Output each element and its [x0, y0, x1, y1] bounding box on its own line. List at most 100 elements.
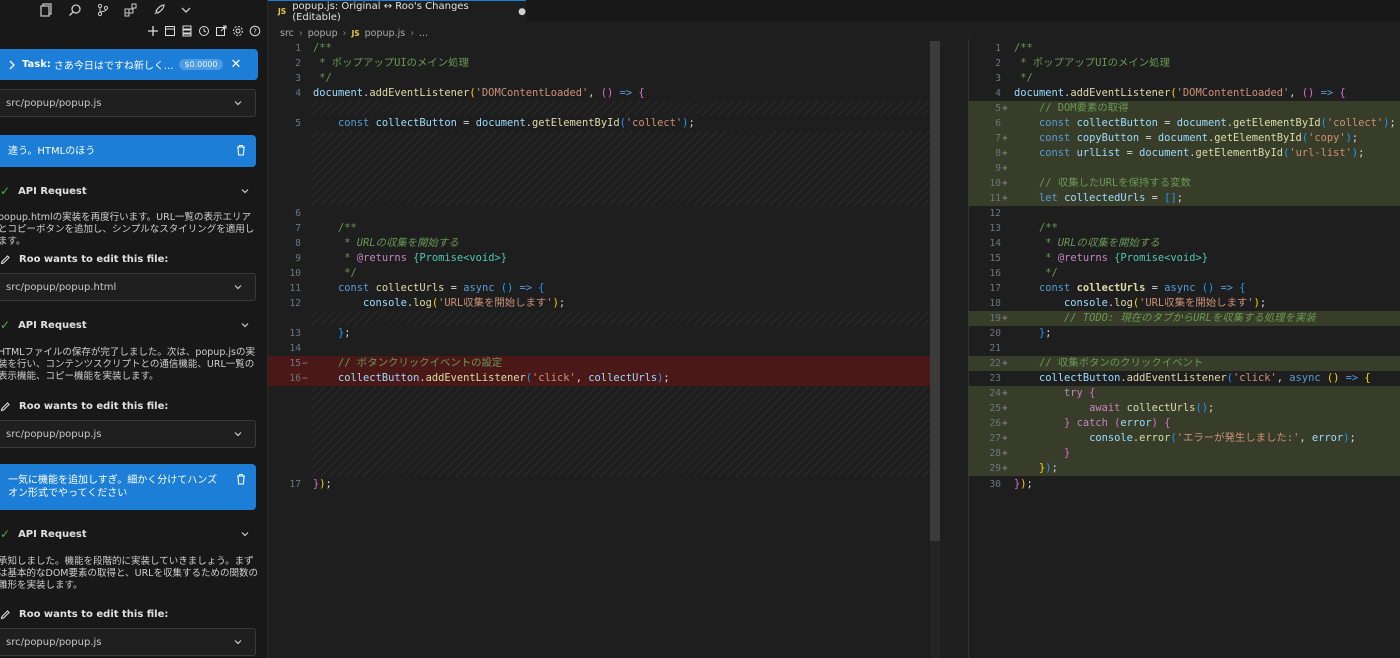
edit-file-label: Roo wants to edit this file:	[19, 400, 169, 412]
edit-file-label: Roo wants to edit this file:	[19, 608, 169, 620]
modified-pane[interactable]: 1/** 2 * ポップアップUIのメイン処理 3 */ 4 document.a…	[968, 39, 1400, 658]
file-path-box[interactable]: src/popup/popup.js	[0, 628, 256, 656]
code-line: 3 */	[295, 72, 332, 84]
chevron-down-icon[interactable]	[233, 98, 243, 108]
svg-text:?: ?	[253, 28, 257, 36]
rocket-icon[interactable]	[152, 3, 166, 17]
code-line-added: 5 + // DOM要素の取得	[968, 101, 1400, 116]
diff-filler	[312, 131, 940, 206]
code-line: 14	[289, 343, 301, 354]
history-icon[interactable]	[198, 25, 210, 37]
code-line-added: 29 + });	[968, 461, 1400, 476]
code-line-added: 19 + // TODO: 現在のタブからURLを収集する処理を実装	[968, 311, 1400, 326]
file-path-box[interactable]: src/popup/popup.html	[0, 273, 256, 301]
close-icon[interactable]: ✕	[231, 57, 242, 72]
chevron-down-icon[interactable]	[233, 637, 243, 647]
task-text: さあ今日はですね新しく...	[53, 61, 174, 72]
breadcrumb-item[interactable]: ...	[419, 28, 428, 39]
code-line: 17});	[289, 478, 332, 490]
pencil-icon	[0, 254, 10, 264]
code-line: 12 console.log('URL収集を開始します');	[289, 297, 566, 309]
diff-filler	[312, 101, 940, 116]
task-label: Task:	[22, 59, 51, 70]
chevron-down-icon[interactable]	[180, 4, 192, 16]
javascript-file-icon: JS	[351, 28, 360, 38]
code-line: 15 * @returns {Promise<void>}	[989, 252, 1208, 264]
api-request-label: API Request	[18, 319, 87, 331]
code-line-added: 10 + // 収集したURLを保持する変数	[968, 176, 1400, 191]
code-line: 8 * URLの収集を開始する	[295, 237, 459, 249]
search-icon[interactable]	[68, 3, 82, 17]
check-icon: ✓	[0, 318, 11, 332]
task-header[interactable]: Task: さあ今日はですね新しく... $0.0000 ✕	[0, 49, 258, 80]
breadcrumb-item[interactable]: src	[280, 28, 294, 39]
code-line-added: 25 + await collectUrls();	[968, 401, 1400, 416]
code-line: 16 */	[989, 267, 1058, 279]
tab-bar: JS popup.js: Original ↔ Roo's Changes (E…	[268, 0, 1400, 23]
edit-file-label: Roo wants to edit this file:	[19, 253, 169, 265]
code-line-added: 11 + let collectedUrls = [];	[968, 191, 1400, 206]
trash-icon[interactable]	[236, 473, 246, 485]
api-request-row[interactable]: ✓ API Request	[0, 526, 258, 542]
api-request-row[interactable]: ✓ API Request	[0, 317, 258, 333]
original-pane[interactable]: 1/** 2 * ポップアップUIのメイン処理 3 */ 4 document.a…	[268, 39, 940, 658]
code-line: 11 const collectUrls = async () => {	[289, 282, 545, 294]
server-icon[interactable]	[181, 25, 193, 37]
task-cost-badge: $0.0000	[179, 59, 223, 70]
api-request-row[interactable]: ✓ API Request	[0, 183, 258, 199]
code-line: 4 document.addEventListener('DOMContentLo…	[995, 87, 1346, 99]
gear-icon[interactable]	[232, 25, 244, 37]
diff-editor: JS popup.js: Original ↔ Roo's Changes (E…	[268, 0, 1400, 658]
breadcrumb-item[interactable]: popup	[308, 28, 338, 39]
code-line: 1/**	[295, 42, 332, 54]
explorer-icon[interactable]	[40, 3, 54, 17]
code-line: 5 const collectButton = document.getElem…	[295, 117, 695, 129]
file-path: src/popup/popup.js	[6, 428, 102, 440]
trash-icon[interactable]	[236, 144, 246, 156]
code-line: 2 * ポップアップUIのメイン処理	[995, 57, 1170, 69]
breadcrumb-item[interactable]: popup.js	[365, 28, 406, 39]
plus-icon[interactable]	[147, 25, 159, 37]
breadcrumb-separator-icon: ›	[298, 27, 303, 39]
popout-icon[interactable]	[215, 25, 227, 37]
code-line: 10 */	[289, 267, 357, 279]
help-icon[interactable]: ?	[249, 25, 261, 37]
chevron-right-icon[interactable]	[8, 60, 16, 70]
source-control-icon[interactable]	[96, 3, 110, 17]
code-line: 13 /**	[989, 222, 1058, 234]
user-message-text: 違う。HTMLのほう	[8, 145, 96, 157]
file-path: src/popup/popup.js	[6, 97, 102, 109]
pencil-icon	[0, 401, 10, 411]
unsaved-dot-icon[interactable]: ●	[518, 7, 526, 17]
tab-title: popup.js: Original ↔ Roo's Changes (Edit…	[292, 0, 469, 23]
file-path-box[interactable]: src/popup/popup.js	[0, 89, 256, 117]
pencil-icon	[0, 609, 10, 619]
chevron-down-icon[interactable]	[240, 529, 250, 539]
tab-popup-diff[interactable]: JS popup.js: Original ↔ Roo's Changes (E…	[268, 0, 526, 23]
chevron-down-icon[interactable]	[240, 186, 250, 196]
code-line: 14 * URLの収集を開始する	[989, 237, 1160, 249]
code-line: 23 collectButton.addEventListener('click…	[989, 372, 1371, 384]
chevron-down-icon[interactable]	[233, 282, 243, 292]
code-line-added: 24 + try {	[968, 386, 1400, 401]
code-line: 7 /**	[295, 222, 357, 234]
chevron-down-icon[interactable]	[240, 320, 250, 330]
code-line: 30});	[989, 478, 1033, 490]
code-line: 17 const collectUrls = async () => {	[989, 282, 1246, 294]
code-line: 3 */	[995, 72, 1033, 84]
code-line-removed: 15− // ボタンクリックイベントの設定	[268, 356, 940, 371]
prompts-icon[interactable]	[164, 25, 176, 37]
file-path-box[interactable]: src/popup/popup.js	[0, 420, 256, 448]
code-line-added: 26 + } catch (error) {	[968, 416, 1400, 431]
code-line-added: 27 + console.error('エラーが発生しました:', error);	[968, 431, 1400, 446]
chevron-down-icon[interactable]	[233, 429, 243, 439]
check-icon: ✓	[0, 527, 11, 541]
code-line: 21	[989, 343, 1001, 354]
javascript-file-icon: JS	[278, 7, 287, 16]
api-request-label: API Request	[18, 528, 87, 540]
code-line: 18 console.log('URL収集を開始します');	[989, 297, 1267, 309]
edit-file-row: Roo wants to edit this file:	[0, 607, 258, 621]
scrollbar-thumb[interactable]	[930, 41, 940, 541]
roo-toolbar: ?	[147, 22, 261, 40]
extensions-icon[interactable]	[124, 3, 138, 17]
